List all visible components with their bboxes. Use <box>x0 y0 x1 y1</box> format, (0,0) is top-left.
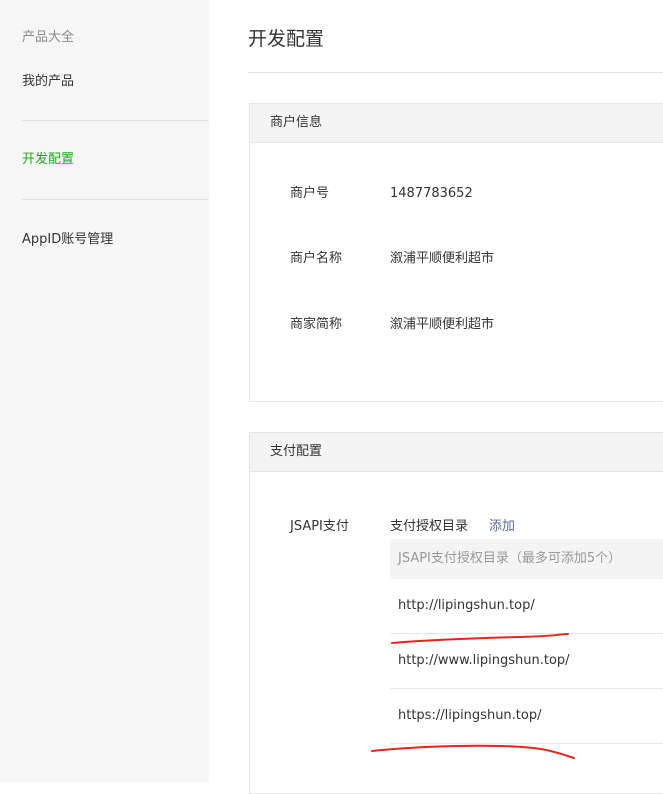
red-underline-annotation <box>371 744 575 759</box>
hand-drawn-annotation-layer <box>371 633 575 759</box>
red-underline-annotation <box>391 633 569 644</box>
